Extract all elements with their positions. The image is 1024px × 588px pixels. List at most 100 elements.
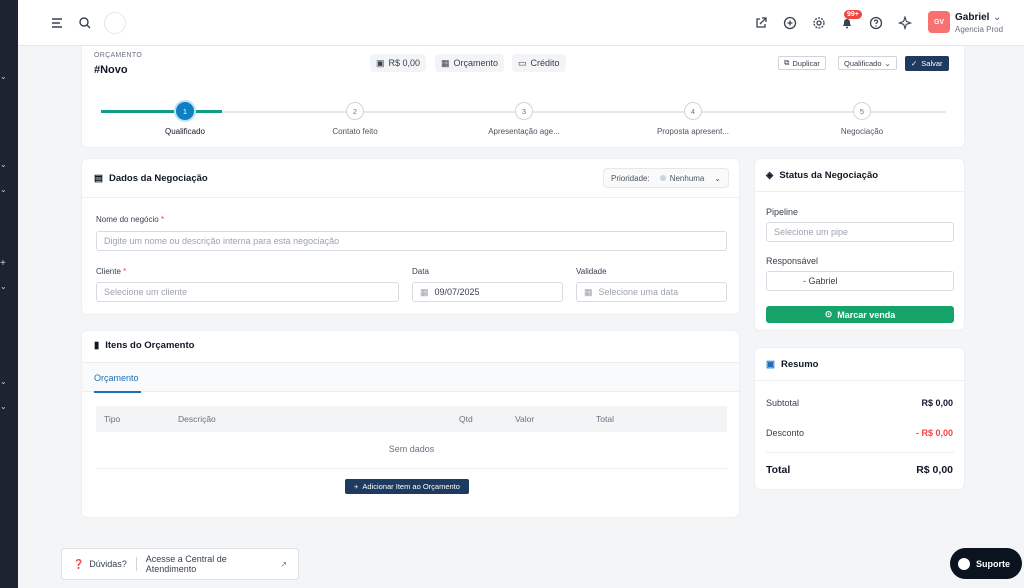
client-label: Cliente * <box>96 267 126 276</box>
pipeline-label: Pipeline <box>766 207 799 217</box>
date-value: 09/07/2025 <box>434 287 480 297</box>
sidebar-chevron-icon[interactable]: ⌄ <box>0 377 8 386</box>
validity-label: Validade <box>576 267 607 276</box>
tab-orcamento[interactable]: Orçamento <box>94 373 139 383</box>
total-label: Total <box>766 464 791 476</box>
column-header: Descrição <box>178 414 216 424</box>
help-bar: ❓ Dúvidas? Acesse a Central de Atendimen… <box>61 548 299 580</box>
tab-underline <box>94 391 141 393</box>
support-label: Suporte <box>976 558 1011 569</box>
priority-value: Nenhuma <box>669 173 705 183</box>
add-item-button[interactable]: + Adicionar Item ao Orçamento <box>345 479 469 494</box>
name-label: Nome do negócio * <box>96 215 164 224</box>
add-circle-icon[interactable] <box>781 14 799 32</box>
save-label: Salvar <box>921 59 943 68</box>
pipeline-placeholder: Selecione um pipe <box>774 227 849 237</box>
gear-icon[interactable] <box>810 14 828 32</box>
copy-icon: ⧉ <box>784 58 790 67</box>
divider <box>766 452 954 453</box>
divider <box>96 468 727 469</box>
tab-bar: Orçamento <box>82 362 739 393</box>
summary-title-text: Resumo <box>780 359 819 370</box>
status-select[interactable]: Qualificado ⌄ <box>838 56 897 70</box>
mark-sale-button[interactable]: ⊙ Marcar venda <box>766 306 954 323</box>
column-header: Qtd <box>459 414 473 424</box>
sidebar-chevron-icon[interactable]: ⌄ <box>0 402 8 411</box>
chat-bubble-icon <box>958 557 970 570</box>
chevron-down-icon: ⌄ <box>714 173 721 183</box>
priority-dot <box>659 175 666 181</box>
amount-pill-label: R$ 0,00 <box>388 58 421 68</box>
tag-icon: ◈ <box>766 170 774 181</box>
validity-input[interactable]: ▦ Selecione uma data <box>576 282 727 302</box>
external-link-icon[interactable] <box>752 14 770 32</box>
support-button[interactable]: Suporte <box>950 548 1022 579</box>
sidebar-chevron-icon[interactable]: ⌄ <box>0 72 8 81</box>
deal-data-card: ▤ Dados da Negociação Prioridade: Nenhum… <box>81 158 740 315</box>
page-title: #Novo <box>94 64 128 76</box>
sidebar-plus-icon[interactable]: + <box>0 258 8 269</box>
name-input[interactable]: Digite um nome ou descrição interna para… <box>96 231 727 251</box>
duplicate-button[interactable]: ⧉ Duplicar <box>778 56 826 70</box>
question-icon: ❓ <box>73 558 85 569</box>
column-header: Total <box>596 414 614 424</box>
responsible-value: - Gabriel <box>803 276 838 286</box>
date-label: Data <box>412 267 429 276</box>
sparkle-icon[interactable] <box>896 14 914 32</box>
deal-data-title-text: Dados da Negociação <box>108 173 208 184</box>
money-icon: ▣ <box>376 57 385 68</box>
search-icon[interactable] <box>76 14 94 32</box>
step-label: Proposta apresent... <box>656 127 730 136</box>
menu-icon[interactable] <box>48 14 66 32</box>
date-input[interactable]: ▦ 09/07/2025 <box>412 282 563 302</box>
plus-icon: + <box>354 482 359 491</box>
budget-items-card: ▮ Itens do Orçamento Orçamento Tipo Desc… <box>81 330 740 518</box>
budget-header: ORÇAMENTO #Novo ▣ R$ 0,00 ▦ Orçamento ▭ … <box>81 46 965 148</box>
external-link-icon[interactable]: ↗ <box>280 560 287 569</box>
calendar-icon: ▦ <box>584 286 593 297</box>
amount-pill[interactable]: ▣ R$ 0,00 <box>370 54 427 72</box>
save-button[interactable]: ✓ Salvar <box>905 56 949 71</box>
deal-data-title: ▤ Dados da Negociação <box>94 173 208 184</box>
user-org: Agencia Prod <box>955 25 1004 34</box>
progress-track-active <box>101 110 222 113</box>
sidebar-chevron-icon[interactable]: ⌄ <box>0 160 8 169</box>
deal-status-title-text: Status da Negociação <box>779 170 879 181</box>
priority-label: Prioridade: <box>611 173 650 183</box>
chevron-down-icon: ⌄ <box>884 58 891 68</box>
step-1[interactable]: 1 <box>174 100 196 122</box>
help-center-link[interactable]: Acesse a Central de Atendimento <box>146 554 276 574</box>
step-5[interactable]: 5 <box>853 102 871 120</box>
divider <box>82 197 739 198</box>
client-placeholder: Selecione um cliente <box>104 287 188 297</box>
document-icon: ▤ <box>94 173 103 184</box>
step-4[interactable]: 4 <box>684 102 702 120</box>
avatar[interactable]: GV <box>928 11 950 33</box>
sidebar-chevron-icon[interactable]: ⌄ <box>0 282 8 291</box>
help-icon[interactable] <box>867 14 885 32</box>
client-select[interactable]: Selecione um cliente <box>96 282 399 302</box>
step-label: Contato feito <box>332 127 378 136</box>
required-mark: * <box>160 215 165 224</box>
deal-status-title: ◈ Status da Negociação <box>766 170 878 181</box>
priority-select[interactable]: Prioridade: Nenhuma ⌄ <box>603 168 729 188</box>
step-2[interactable]: 2 <box>346 102 364 120</box>
chevron-down-icon[interactable]: ⌄ <box>993 12 1001 23</box>
step-3[interactable]: 3 <box>515 102 533 120</box>
budget-items-title-text: Itens do Orçamento <box>105 340 195 351</box>
add-item-label: Adicionar Item ao Orçamento <box>362 482 460 491</box>
status-select-value: Qualificado <box>844 58 882 68</box>
check-icon: ✓ <box>911 59 918 68</box>
responsible-select[interactable]: - Gabriel <box>766 271 954 291</box>
type-pill[interactable]: ▦ Orçamento <box>435 54 505 72</box>
payment-pill[interactable]: ▭ Crédito <box>512 54 566 72</box>
user-name[interactable]: Gabriel <box>955 12 989 23</box>
discount-value: - R$ 0,00 <box>915 428 953 438</box>
sidebar-chevron-icon[interactable]: ⌄ <box>0 185 8 194</box>
pipeline-select[interactable]: Selecione um pipe <box>766 222 954 242</box>
calendar-icon: ▦ <box>420 286 429 297</box>
step-label: Qualificado <box>164 127 206 136</box>
mark-sale-label: Marcar venda <box>837 309 896 320</box>
subtotal-value: R$ 0,00 <box>921 398 953 408</box>
payment-pill-label: Crédito <box>530 58 560 68</box>
